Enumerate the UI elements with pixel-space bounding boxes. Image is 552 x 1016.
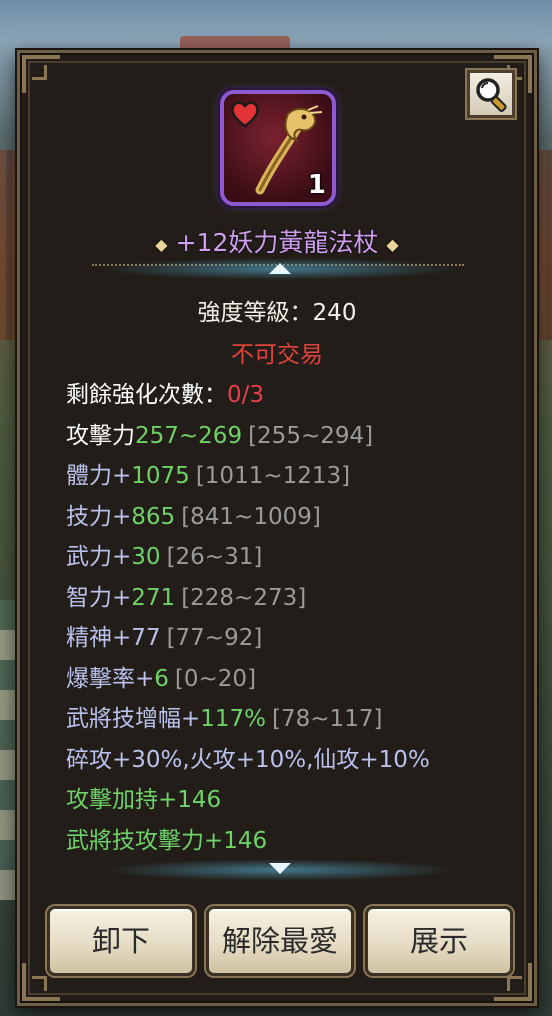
stat-label: 攻擊加持+146 <box>66 787 222 813</box>
diamond-icon: ◆ <box>155 234 168 254</box>
item-icon-slot[interactable]: 1 <box>220 90 336 206</box>
stat-label: 爆擊率+ <box>66 665 155 692</box>
stat-row: 武力+30 [26~31] <box>66 537 514 578</box>
magnifier-icon <box>476 78 507 112</box>
stat-label: 武力+ <box>66 544 132 570</box>
scroll-down-icon[interactable] <box>269 863 291 874</box>
stat-range: [26~31] <box>166 544 263 570</box>
stat-range: [77~92] <box>166 625 263 651</box>
stat-value: 271 <box>131 584 176 611</box>
stat-range: [255~294] <box>248 422 374 449</box>
stat-value: 0/3 <box>227 382 265 408</box>
stat-row: 武將技增幅+117% [78~117] <box>66 699 514 740</box>
item-name-row: ◆ +12妖力黃龍法杖 ◆ <box>20 223 534 259</box>
stat-range: [228~273] <box>181 584 307 611</box>
frame-corner <box>22 55 60 93</box>
stat-row: 武將技攻擊力+146 <box>66 821 514 862</box>
stat-value: 77 <box>131 625 161 651</box>
stat-label: 技力+ <box>66 503 132 530</box>
stat-label: 智力+ <box>66 584 132 611</box>
stat-row: 精神+77 [77~92] <box>66 618 514 659</box>
unequip-button[interactable]: 卸下 <box>47 906 195 976</box>
stat-label: 碎攻+30%,火攻+10%,仙攻+10% <box>66 746 430 773</box>
stat-label: 武將技攻擊力+146 <box>66 827 268 854</box>
stat-value: 117% <box>200 706 267 732</box>
trade-status: 不可交易 <box>231 342 323 368</box>
strength-level: 強度等級：240 <box>197 300 357 326</box>
stat-range: [841~1009] <box>181 503 321 530</box>
stat-range: [78~117] <box>272 706 383 732</box>
stat-row: 體力+1075 [1011~1213] <box>66 456 514 497</box>
diamond-icon: ◆ <box>386 234 399 254</box>
stat-row: 剩餘強化次數：0/3 <box>66 375 514 416</box>
stat-row: 攻擊加持+146 <box>66 780 514 821</box>
show-button[interactable]: 展示 <box>365 906 513 976</box>
stat-value: 1075 <box>131 463 190 489</box>
stat-row: 爆擊率+6 [0~20] <box>66 659 514 700</box>
stat-value: 865 <box>131 503 176 530</box>
stat-label: 武將技增幅+ <box>66 706 201 732</box>
scroll-up-icon[interactable] <box>269 263 291 274</box>
stat-range: [1011~1213] <box>195 463 351 489</box>
stat-label: 精神+ <box>66 625 132 651</box>
item-detail-panel: 1 ◆ +12妖力黃龍法杖 ◆ 強度等級：240 不可交易 剩餘強化次數：0/3 攻擊… <box>17 50 537 1006</box>
stat-row: 技力+865 [841~1009] <box>66 497 514 538</box>
stat-row: 碎攻+30%,火攻+10%,仙攻+10% <box>66 740 514 781</box>
stat-label: 攻擊力 <box>66 422 135 449</box>
stat-row: 智力+271 [228~273] <box>66 578 514 619</box>
item-quantity: 1 <box>307 170 326 200</box>
stats-list: 剩餘強化次數：0/3 攻擊力257~269 [255~294] 體力+1075 [101… <box>66 375 514 861</box>
unfavorite-button[interactable]: 解除最愛 <box>206 906 354 976</box>
zoom-button[interactable] <box>467 70 515 118</box>
stat-label: 剩餘強化次數： <box>66 382 227 408</box>
item-name: +12妖力黃龍法杖 <box>175 228 379 257</box>
stat-value: 6 <box>154 665 169 692</box>
stat-value: 257~269 <box>135 422 243 449</box>
stat-label: 體力+ <box>66 463 132 489</box>
stat-value: 30 <box>131 544 161 570</box>
stat-row: 攻擊力257~269 [255~294] <box>66 416 514 457</box>
stat-range: [0~20] <box>174 665 257 692</box>
